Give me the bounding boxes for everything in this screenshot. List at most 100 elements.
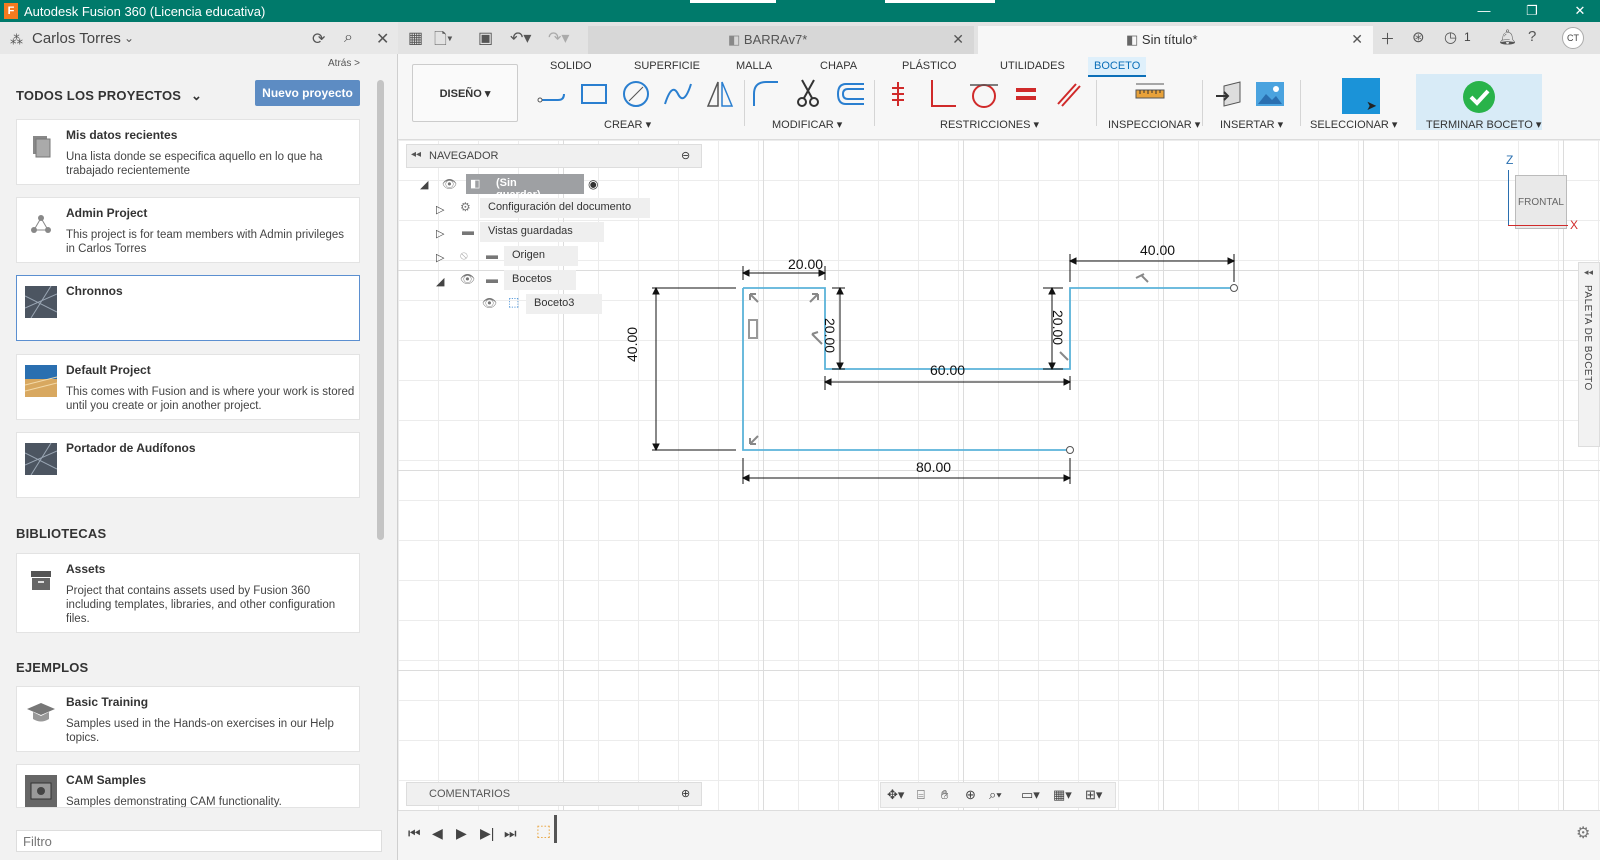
eye-icon[interactable]: 👁︎ bbox=[482, 296, 497, 310]
parallel-constraint-icon[interactable] bbox=[1052, 78, 1084, 110]
expand-triangle-icon[interactable]: ◢ bbox=[420, 177, 428, 191]
go-to-start-icon[interactable]: ⏮ bbox=[408, 825, 421, 842]
offset-icon[interactable] bbox=[834, 78, 866, 110]
browser-item[interactable]: Bocetos bbox=[504, 270, 576, 290]
tab-barrav7[interactable]: ◧ BARRAv7* ✕ bbox=[588, 26, 974, 54]
restore-icon[interactable]: ❐ bbox=[1522, 3, 1542, 19]
collapse-icon[interactable]: ◂◂ bbox=[411, 149, 421, 160]
coincident-constraint-icon[interactable] bbox=[884, 78, 916, 110]
project-card[interactable]: Mis datos recientes Una lista donde se e… bbox=[16, 119, 360, 185]
undo-icon[interactable]: ↶▾ bbox=[510, 28, 531, 48]
tab-plastico[interactable]: PLÁSTICO bbox=[902, 60, 956, 72]
browser-item[interactable]: Origen bbox=[504, 246, 578, 266]
sketch-feature-icon[interactable]: ⬚ bbox=[536, 821, 551, 841]
expand-triangle-icon[interactable]: ◢ bbox=[436, 274, 444, 288]
file-menu-icon[interactable]: 🗋▾ bbox=[434, 28, 453, 55]
browser-item[interactable]: Boceto3 bbox=[526, 294, 602, 314]
grid-settings-icon[interactable]: ▦▾ bbox=[1053, 787, 1072, 803]
activate-radio-icon[interactable]: ◉ bbox=[588, 177, 598, 191]
tab-superficie[interactable]: SUPERFICIE bbox=[634, 60, 700, 72]
line-icon[interactable] bbox=[536, 78, 568, 110]
help-icon[interactable]: ? bbox=[1528, 28, 1536, 45]
expand-triangle-icon[interactable]: ▷ bbox=[436, 250, 444, 264]
inspect-menu[interactable]: INSPECCIONAR ▾ bbox=[1108, 118, 1200, 131]
perpendicular-constraint-icon[interactable] bbox=[926, 78, 958, 110]
new-project-button[interactable]: Nuevo proyecto bbox=[255, 80, 360, 106]
tab-malla[interactable]: MALLA bbox=[736, 60, 772, 72]
mirror-icon[interactable] bbox=[704, 78, 736, 110]
tab-solido[interactable]: SOLIDO bbox=[550, 60, 592, 72]
notifications-icon[interactable]: 🔔︎ bbox=[1498, 28, 1517, 46]
select-menu[interactable]: SELECCIONAR ▾ bbox=[1310, 118, 1397, 131]
project-card-selected[interactable]: Chronnos bbox=[16, 275, 360, 341]
dimension-label[interactable]: 80.00 bbox=[916, 459, 951, 475]
play-icon[interactable]: ▶ bbox=[456, 825, 467, 842]
sketch-palette-tab[interactable]: ◂◂ PALETA DE BOCETO bbox=[1578, 262, 1600, 447]
grid-apps-icon[interactable]: ▦ bbox=[408, 28, 423, 48]
measure-icon[interactable] bbox=[1134, 78, 1166, 110]
add-comment-icon[interactable]: ⊕ bbox=[681, 787, 690, 800]
viewcube[interactable]: FRONTAL bbox=[1515, 175, 1567, 229]
timeline-marker[interactable] bbox=[554, 815, 557, 843]
back-link[interactable]: Atrás > bbox=[328, 58, 360, 69]
display-settings-icon[interactable]: ▭▾ bbox=[1021, 787, 1040, 803]
pan-hand-icon[interactable]: ✋︎ bbox=[941, 787, 948, 803]
library-card[interactable]: Assets Project that contains assets used… bbox=[16, 553, 360, 633]
all-projects-title[interactable]: TODOS LOS PROYECTOS ⌄ bbox=[16, 88, 202, 104]
project-card[interactable]: Default Project This comes with Fusion a… bbox=[16, 354, 360, 420]
trim-scissors-icon[interactable] bbox=[792, 78, 824, 110]
example-card[interactable]: CAM Samples Samples demonstrating CAM fu… bbox=[16, 764, 360, 808]
viewports-icon[interactable]: ⊞▾ bbox=[1085, 787, 1102, 803]
extensions-icon[interactable]: ⊛ bbox=[1412, 28, 1425, 46]
save-icon[interactable]: ▣ bbox=[478, 28, 493, 48]
browser-item[interactable]: Vistas guardadas bbox=[480, 222, 604, 242]
tangent-constraint-icon[interactable] bbox=[968, 78, 1000, 110]
zoom-icon[interactable]: ⊕ bbox=[965, 787, 976, 803]
finish-sketch-button[interactable]: TERMINAR BOCETO ▾ bbox=[1416, 74, 1542, 131]
refresh-icon[interactable]: ⟳ bbox=[312, 29, 325, 49]
new-tab-icon[interactable]: ＋ bbox=[1380, 28, 1395, 49]
dimension-label[interactable]: 20.00 bbox=[788, 256, 823, 272]
project-card[interactable]: Admin Project This project is for team m… bbox=[16, 197, 360, 263]
constraints-menu[interactable]: RESTRICCIONES ▾ bbox=[940, 118, 1039, 131]
close-icon[interactable]: ✕ bbox=[376, 29, 389, 49]
comments-panel[interactable]: COMENTARIOS ⊕ bbox=[406, 782, 702, 806]
rectangle-icon[interactable] bbox=[578, 78, 610, 110]
job-status-icon[interactable]: ◷ bbox=[1444, 28, 1457, 46]
insert-derive-icon[interactable] bbox=[1214, 78, 1246, 110]
create-menu[interactable]: CREAR ▾ bbox=[604, 118, 651, 131]
minus-icon[interactable]: ⊖ bbox=[681, 149, 690, 162]
step-forward-icon[interactable]: ▶| bbox=[480, 825, 494, 842]
circle-icon[interactable] bbox=[620, 78, 652, 110]
go-to-end-icon[interactable]: ⏭ bbox=[504, 825, 517, 842]
browser-panel-header[interactable]: ◂◂ NAVEGADOR ⊖ bbox=[406, 144, 702, 168]
timeline-settings-gear-icon[interactable]: ⚙ bbox=[1576, 823, 1590, 843]
avatar[interactable]: CT bbox=[1562, 27, 1584, 49]
fillet-icon[interactable] bbox=[750, 78, 782, 110]
dimension-label[interactable]: 40.00 bbox=[1140, 242, 1175, 258]
step-back-icon[interactable]: ◀ bbox=[432, 825, 443, 842]
redo-icon[interactable]: ↷▾ bbox=[548, 28, 569, 48]
dimension-label[interactable]: 40.00 bbox=[624, 327, 640, 362]
eye-icon[interactable]: 👁︎ bbox=[460, 272, 475, 286]
eye-hidden-icon[interactable]: ⦸ bbox=[460, 248, 468, 263]
orbit-icon[interactable]: ✥▾ bbox=[887, 787, 904, 803]
dimension-label[interactable]: 60.00 bbox=[930, 362, 965, 378]
dimension-label[interactable]: 20.00 bbox=[1050, 310, 1066, 345]
spline-icon[interactable] bbox=[662, 78, 694, 110]
tab-utilidades[interactable]: UTILIDADES bbox=[1000, 60, 1065, 72]
tab-sin-titulo[interactable]: ◧ Sin título* ✕ bbox=[978, 26, 1373, 54]
search-icon[interactable]: ⌕ bbox=[344, 29, 353, 47]
root-component[interactable]: (Sin guardar) bbox=[466, 174, 584, 201]
equal-constraint-icon[interactable] bbox=[1010, 78, 1042, 110]
close-tab-icon[interactable]: ✕ bbox=[1351, 31, 1363, 48]
close-window-icon[interactable]: ✕ bbox=[1570, 3, 1590, 19]
filter-input[interactable]: Filtro bbox=[16, 830, 382, 852]
tab-chapa[interactable]: CHAPA bbox=[820, 60, 857, 72]
expand-triangle-icon[interactable]: ▷ bbox=[436, 226, 444, 240]
minimize-icon[interactable]: — bbox=[1474, 3, 1494, 19]
chevron-down-icon[interactable]: ⌄ bbox=[124, 31, 134, 45]
expand-triangle-icon[interactable]: ▷ bbox=[436, 202, 444, 216]
dimension-label[interactable]: 20.00 bbox=[822, 318, 838, 353]
zoom-window-icon[interactable]: ⌕▾ bbox=[989, 787, 1002, 803]
